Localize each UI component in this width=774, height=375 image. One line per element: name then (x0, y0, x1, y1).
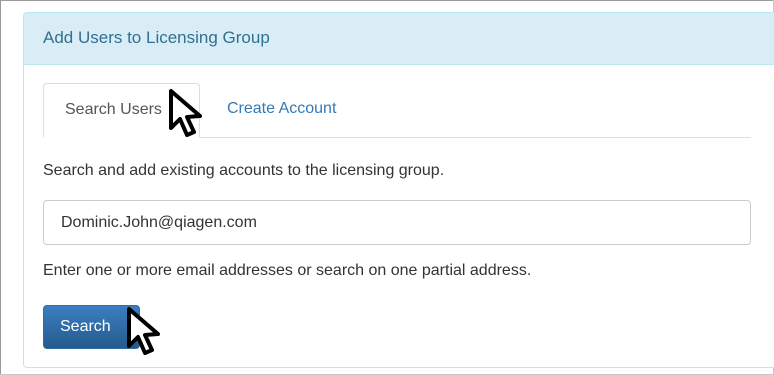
email-search-input[interactable] (43, 200, 751, 245)
panel-heading: Add Users to Licensing Group (24, 13, 774, 65)
screenshot-page: Add Users to Licensing Group Search User… (0, 0, 774, 375)
mouse-pointer-icon (169, 89, 202, 137)
tab-search-users-label: Search Users (65, 101, 162, 118)
mouse-pointer-icon (127, 307, 160, 355)
frame-edge-top (0, 0, 774, 1)
panel-title: Add Users to Licensing Group (43, 28, 270, 47)
tab-create-account[interactable]: Create Account (227, 100, 336, 118)
frame-edge-left (0, 0, 1, 375)
search-hint: Enter one or more email addresses or sea… (43, 262, 532, 279)
search-description: Search and add existing accounts to the … (43, 162, 445, 179)
